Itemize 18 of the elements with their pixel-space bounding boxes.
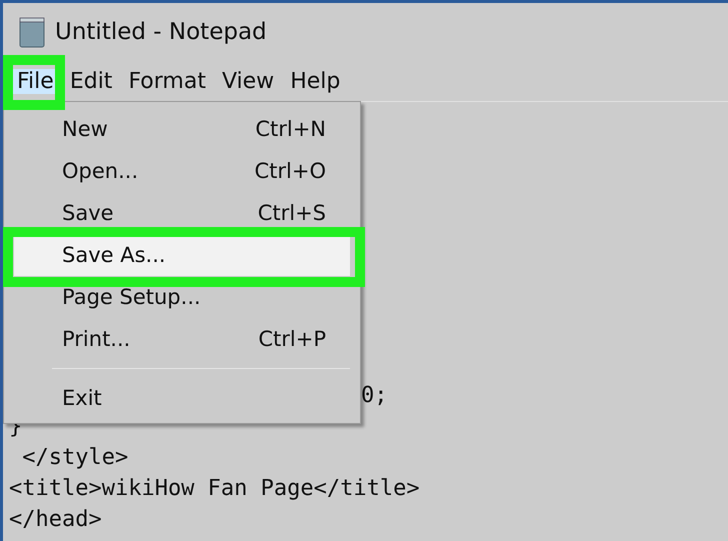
code-line: </head> [9,506,102,534]
code-line: <title>wikiHow Fan Page</title> [9,475,420,503]
window-title: Untitled - Notepad [55,19,267,45]
notepad-icon [17,16,47,48]
menu-item[interactable]: Help [282,68,348,94]
menu-option[interactable]: Save Ctrl+S [14,192,350,234]
menu-item[interactable]: Edit [62,68,120,94]
code-line: 0; [361,382,388,410]
menu-option[interactable]: Open... Ctrl+O [14,150,350,192]
menu-option[interactable]: Print... Ctrl+P [14,318,350,360]
menu-item[interactable]: Format [120,68,214,94]
menu-option[interactable]: Page Setup... [14,276,350,318]
menu-option[interactable]: Save As... [14,234,350,276]
menu-option[interactable]: Exit [14,377,350,419]
code-line: </style> [21,444,128,472]
highlight-frame [3,55,65,110]
menu-item[interactable]: View [214,68,282,94]
menu-option[interactable]: New Ctrl+N [14,108,350,150]
